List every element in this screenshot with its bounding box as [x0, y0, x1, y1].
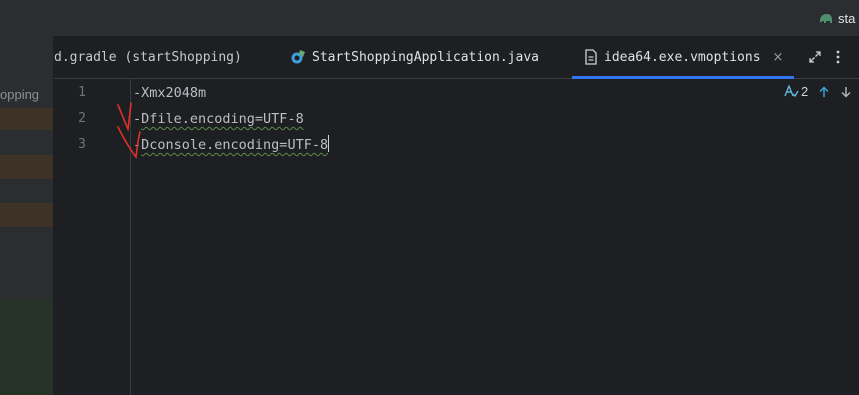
tab-label: d.gradle (startShopping): [54, 49, 242, 65]
line-number-gutter: 1 2 3: [54, 79, 131, 395]
typo-inspection[interactable]: 2: [784, 84, 808, 99]
code-text: Dconsole.encoding=UTF-8: [141, 137, 329, 153]
tab-idea64-vmoptions[interactable]: idea64.exe.vmoptions ×: [572, 36, 794, 79]
expand-icon[interactable]: [808, 50, 822, 64]
line-number: 1: [78, 85, 86, 100]
code-prefix: -: [133, 111, 142, 127]
project-name: sta: [838, 10, 856, 26]
typo-icon: [784, 85, 799, 98]
typo-count: 2: [801, 84, 809, 99]
line-number: 2: [78, 111, 86, 126]
tree-highlight: [0, 155, 53, 179]
tab-build-gradle[interactable]: d.gradle (startShopping): [54, 36, 272, 78]
tree-highlight: [0, 108, 53, 130]
code-editor[interactable]: -Xmx2048m -Dfile.encoding=UTF-8 -Dconsol…: [131, 79, 859, 395]
inspection-widget[interactable]: 2: [784, 84, 852, 99]
tab-close-button[interactable]: ×: [773, 50, 784, 65]
project-tree-item[interactable]: opping: [0, 87, 39, 102]
tab-startshopping-application[interactable]: StartShoppingApplication.java: [272, 36, 572, 78]
editor-tab-bar: d.gradle (startShopping) StartShoppingAp…: [54, 36, 859, 79]
arrow-down-icon[interactable]: [840, 86, 852, 98]
code-text: -Xmx2048m: [133, 85, 207, 101]
project-widget[interactable]: sta: [818, 8, 855, 28]
file-icon: [585, 49, 597, 65]
project-panel: opping: [0, 36, 54, 395]
arrow-up-icon[interactable]: [818, 85, 830, 98]
text-caret: [328, 135, 330, 152]
tab-actions: [794, 36, 840, 78]
tree-highlight: [0, 203, 53, 227]
more-icon[interactable]: [836, 50, 840, 64]
tab-label: StartShoppingApplication.java: [312, 49, 539, 65]
tree-highlight: [0, 299, 53, 395]
spring-class-icon: [291, 50, 305, 64]
code-line[interactable]: -Xmx2048m: [133, 83, 206, 103]
elephant-icon: [820, 14, 832, 23]
code-line[interactable]: -Dconsole.encoding=UTF-8: [133, 135, 330, 155]
code-prefix: -: [133, 137, 142, 153]
title-bar: sta: [0, 0, 859, 36]
tab-label: idea64.exe.vmoptions: [604, 49, 761, 65]
code-line[interactable]: -Dfile.encoding=UTF-8: [133, 109, 304, 129]
line-number: 3: [78, 137, 86, 152]
code-text: Dfile.encoding=UTF-8: [141, 111, 304, 127]
